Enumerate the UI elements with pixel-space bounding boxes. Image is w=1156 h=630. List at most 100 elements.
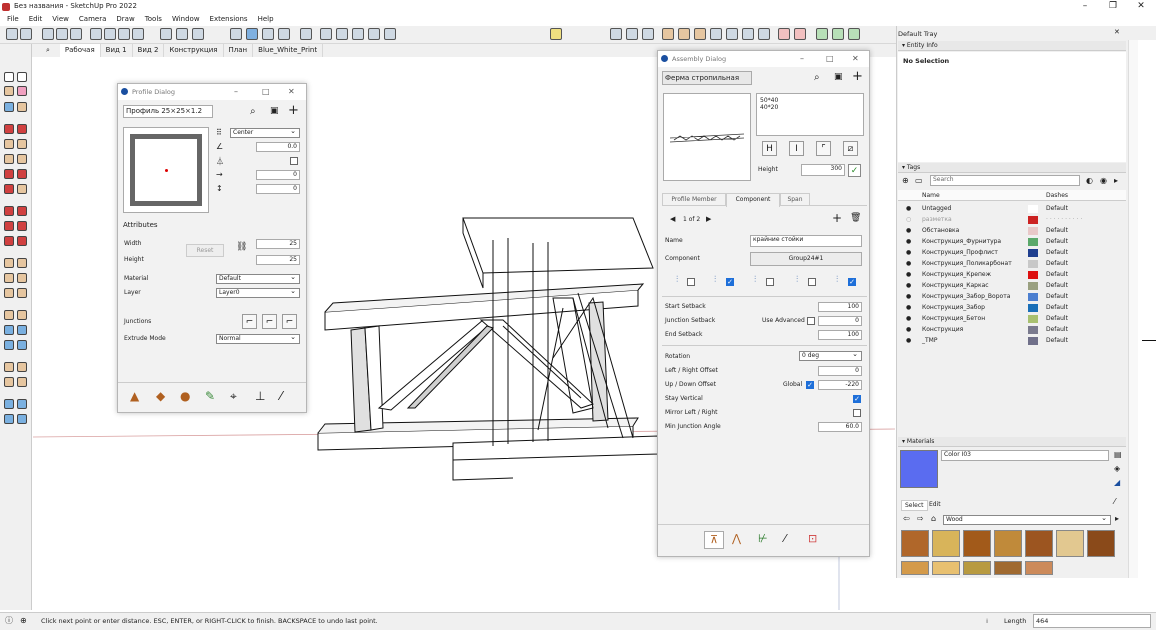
mirror-checkbox[interactable] xyxy=(853,409,861,417)
align-right-icon[interactable]: ⫶ xyxy=(796,275,798,285)
visibility-icon[interactable]: ● xyxy=(906,291,911,302)
home-icon[interactable] xyxy=(160,28,172,40)
tools-icon[interactable] xyxy=(742,28,754,40)
search-icon[interactable]: ⌕ xyxy=(36,44,60,57)
rafter-tool-icon[interactable]: ⋀ xyxy=(732,532,741,545)
save-icon[interactable]: ▣ xyxy=(270,106,279,116)
material-name-field[interactable]: Color I03 xyxy=(941,450,1109,461)
material-swatch[interactable] xyxy=(932,561,960,575)
protractor-icon[interactable] xyxy=(4,273,14,283)
remove-icon[interactable] xyxy=(778,28,790,40)
style-wireframe-icon[interactable] xyxy=(104,28,116,40)
visibility-icon[interactable]: ● xyxy=(906,269,911,280)
info-icon[interactable]: ⓘ xyxy=(5,613,13,629)
component-icon[interactable] xyxy=(300,28,312,40)
visibility-icon[interactable]: ● xyxy=(906,302,911,313)
cut-icon[interactable] xyxy=(758,28,770,40)
menu-edit[interactable]: Edit xyxy=(24,13,48,25)
extrude-mode-select[interactable]: Normal xyxy=(216,333,300,344)
member-corner-icon[interactable]: ⌜ xyxy=(816,141,831,156)
tag-color-swatch[interactable] xyxy=(1028,249,1038,257)
tag-dashes[interactable]: Default xyxy=(1046,313,1068,324)
view-front-icon[interactable] xyxy=(70,28,82,40)
style-shaded-icon[interactable] xyxy=(132,28,144,40)
align-bottom-icon[interactable]: ⫶ xyxy=(714,275,716,285)
junction-type-2-icon[interactable]: ⌐ xyxy=(262,314,277,329)
previous-view-icon[interactable] xyxy=(17,340,27,350)
menu-draw[interactable]: Draw xyxy=(111,13,139,25)
section-plane-tool-icon[interactable] xyxy=(17,377,27,387)
prev-page-icon[interactable]: ◀ xyxy=(670,215,675,223)
eraser-tool-icon[interactable] xyxy=(20,28,32,40)
sandbox-from-scratch-icon[interactable] xyxy=(17,399,27,409)
align-center-icon[interactable]: ⫶ xyxy=(836,275,838,285)
tag-dashes[interactable]: Default xyxy=(1046,203,1068,214)
dimension-icon[interactable] xyxy=(626,28,638,40)
start-setback-field[interactable]: 100 xyxy=(818,302,862,312)
assembly-name-field[interactable]: Ферма стропильная xyxy=(662,71,752,85)
tag-dashes[interactable]: Default xyxy=(1046,258,1068,269)
move-icon[interactable] xyxy=(4,206,14,216)
material-swatch[interactable] xyxy=(901,530,929,557)
section-planes-icon[interactable] xyxy=(278,28,290,40)
tag-color-swatch[interactable] xyxy=(1028,260,1038,268)
delete-member-icon[interactable]: 🗑 xyxy=(850,213,861,223)
material-select[interactable]: Default xyxy=(216,273,300,284)
color-by-tag-icon[interactable]: ◉ xyxy=(1100,176,1107,185)
ruler-icon[interactable] xyxy=(848,28,860,40)
align-right-checkbox[interactable] xyxy=(808,278,816,286)
material-swatch[interactable] xyxy=(994,530,1022,557)
visibility-icon[interactable]: ● xyxy=(906,258,911,269)
height-field[interactable]: 25 xyxy=(256,255,300,265)
reset-button[interactable]: Reset xyxy=(186,244,224,257)
material-swatch[interactable] xyxy=(963,530,991,557)
make-component-icon[interactable] xyxy=(4,102,14,112)
tag-dashes[interactable]: Default xyxy=(1046,324,1068,335)
maximize-icon[interactable]: □ xyxy=(262,84,270,100)
menu-file[interactable]: File xyxy=(2,13,24,25)
paint-profile-icon[interactable]: ◆ xyxy=(156,389,165,403)
style-xray-icon[interactable] xyxy=(90,28,102,40)
scale-icon[interactable] xyxy=(4,236,14,246)
close-icon[interactable]: ✕ xyxy=(288,84,295,100)
component-button[interactable]: Group24#1 xyxy=(750,252,862,266)
tag-profile-icon[interactable]: ● xyxy=(180,389,190,403)
member-name-field[interactable]: крайние стойки xyxy=(750,235,862,247)
visibility-icon[interactable]: ● xyxy=(906,280,911,291)
global-checkbox[interactable]: ✓ xyxy=(806,381,814,389)
search-icon[interactable]: ⌕ xyxy=(814,72,820,83)
tag-palette-icon[interactable]: ◐ xyxy=(1086,176,1093,185)
tag-dashes[interactable]: Default xyxy=(1046,247,1068,258)
end-setback-field[interactable]: 100 xyxy=(818,330,862,340)
zoom-extents-icon[interactable] xyxy=(4,340,14,350)
rotate-icon[interactable] xyxy=(4,221,14,231)
menu-tools[interactable]: Tools xyxy=(140,13,167,25)
solid-trim-icon[interactable] xyxy=(352,28,364,40)
profile-name-field[interactable]: Профиль 25×25×1.2 xyxy=(123,105,213,118)
tag-row[interactable]: ● Конструкция_Каркас Default xyxy=(900,280,1126,291)
junction-setback-field[interactable]: 0 xyxy=(818,316,862,326)
tag-color-swatch[interactable] xyxy=(1028,271,1038,279)
walk-icon[interactable] xyxy=(17,362,27,372)
visibility-icon[interactable]: ● xyxy=(906,203,911,214)
tag-row[interactable]: ● Конструкция_Профлист Default xyxy=(900,247,1126,258)
home-icon[interactable]: ⌂ xyxy=(931,514,936,523)
tag-row[interactable]: ● Конструкция Default xyxy=(900,324,1126,335)
menu-window[interactable]: Window xyxy=(167,13,205,25)
tag-tool-icon[interactable] xyxy=(17,102,27,112)
tab-scene-3[interactable]: Вид 2 xyxy=(133,44,165,57)
details-icon[interactable]: ▸ xyxy=(1115,514,1119,523)
add-icon[interactable]: + xyxy=(852,69,863,84)
member-i-icon[interactable]: I xyxy=(789,141,804,156)
tag-color-swatch[interactable] xyxy=(1028,326,1038,334)
tag-dashes[interactable]: · · · · · · · · · · xyxy=(1046,214,1082,225)
polygon-icon[interactable] xyxy=(17,154,27,164)
add-member-icon[interactable]: + xyxy=(832,211,842,225)
material-swatch[interactable] xyxy=(1087,530,1115,557)
rotation-field[interactable]: 0.0 xyxy=(256,142,300,152)
add-tag-icon[interactable]: ⊕ xyxy=(902,176,909,185)
save-icon[interactable]: ▣ xyxy=(834,72,843,82)
display-section-cuts-icon[interactable] xyxy=(246,28,258,40)
material-collection-select[interactable]: Wood xyxy=(943,514,1111,525)
text-icon[interactable] xyxy=(17,273,27,283)
